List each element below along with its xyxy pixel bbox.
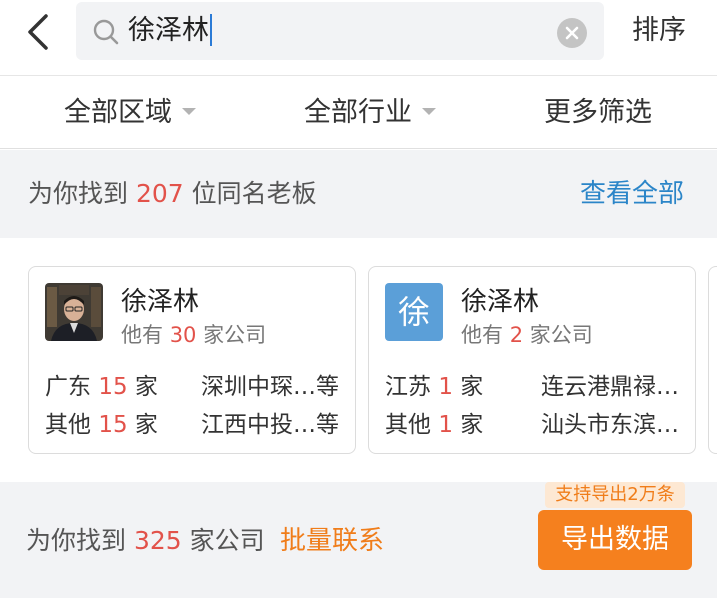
bulk-contact-link[interactable]: 批量联系 [280, 482, 384, 600]
region-row: 其他 1 家 汕头市东滨… [385, 405, 685, 438]
company-count: 30 [169, 323, 197, 347]
filter-region-label: 全部区域 [64, 97, 172, 128]
companies-summary-band: 为你找到 325 家公司 批量联系 支持导出2万条 导出数据 [0, 482, 717, 598]
search-bar[interactable]: 徐泽林 [76, 2, 604, 60]
export-data-button[interactable]: 导出数据 [538, 510, 692, 570]
sub-suffix: 家公司 [523, 323, 593, 347]
region-row: 其他 15 家 江西中投…等 [45, 405, 345, 438]
region-count: 15 [98, 374, 128, 400]
clear-search-button[interactable] [557, 18, 587, 48]
avatar [45, 283, 103, 341]
top-bar: 徐泽林 排序 [0, 0, 717, 76]
region-stat: 其他 15 家 [45, 405, 158, 439]
bosses-summary-band: 为你找到 207 位同名老板 查看全部 [0, 150, 717, 238]
companies-suffix: 家公司 [181, 526, 265, 555]
bosses-count: 207 [135, 179, 184, 208]
back-button[interactable] [22, 12, 56, 52]
region-count: 1 [438, 412, 453, 438]
companies-count: 325 [133, 526, 182, 555]
sub-prefix: 他有 [121, 323, 170, 347]
company-count-text: 他有 30 家公司 [121, 319, 266, 349]
filter-bar: 全部区域 全部行业 更多筛选 [0, 77, 717, 149]
filter-industry[interactable]: 全部行业 [304, 77, 436, 149]
search-input[interactable]: 徐泽林 [128, 2, 212, 60]
next-card-peek[interactable] [708, 266, 717, 454]
region-row: 广东 15 家 深圳中琛…等 [45, 367, 345, 400]
region-stat: 江苏 1 家 [385, 367, 483, 401]
companies-count-text: 为你找到 325 家公司 [26, 482, 265, 600]
region-name: 江苏 [385, 374, 431, 400]
region-row: 江苏 1 家 连云港鼎禄… [385, 367, 685, 400]
region-unit: 家 [460, 374, 484, 400]
region-count: 1 [438, 374, 453, 400]
region-count: 15 [98, 412, 128, 438]
region-stat: 广东 15 家 [45, 367, 158, 401]
filter-more-label: 更多筛选 [544, 97, 652, 128]
filter-industry-label: 全部行业 [304, 97, 412, 128]
company-name: 深圳中琛…等 [201, 374, 339, 400]
company-count: 2 [509, 323, 524, 347]
chevron-left-icon [28, 14, 48, 50]
avatar: 徐 [385, 283, 443, 341]
company-name: 江西中投…等 [201, 412, 339, 438]
region-unit: 家 [134, 374, 158, 400]
bosses-suffix: 位同名老板 [183, 179, 317, 208]
boss-name: 徐泽林 [461, 287, 540, 317]
bosses-prefix: 为你找到 [28, 179, 136, 208]
dropdown-arrow-icon [422, 108, 436, 115]
view-all-link[interactable]: 查看全部 [580, 150, 684, 238]
region-name: 其他 [385, 412, 431, 438]
search-input-value: 徐泽林 [128, 15, 209, 46]
sub-prefix: 他有 [461, 323, 510, 347]
search-icon [93, 19, 119, 45]
boss-cards-carousel[interactable]: 徐泽林 他有 30 家公司 广东 15 家 深圳中琛…等 其他 15 家 江西中… [0, 238, 717, 482]
region-name: 其他 [45, 412, 91, 438]
clear-icon [565, 26, 579, 40]
boss-card[interactable]: 徐泽林 他有 30 家公司 广东 15 家 深圳中琛…等 其他 15 家 江西中… [28, 266, 356, 454]
boss-name: 徐泽林 [121, 287, 200, 317]
person-photo-icon [45, 283, 103, 341]
filter-more[interactable]: 更多筛选 [544, 77, 652, 149]
company-name: 连云港鼎禄… [541, 374, 679, 400]
region-unit: 家 [460, 412, 484, 438]
sort-button[interactable]: 排序 [632, 0, 686, 62]
region-name: 广东 [45, 374, 91, 400]
dropdown-arrow-icon [182, 108, 196, 115]
company-count-text: 他有 2 家公司 [461, 319, 593, 349]
filter-region[interactable]: 全部区域 [64, 77, 196, 149]
region-unit: 家 [134, 412, 158, 438]
text-cursor [210, 13, 212, 46]
bosses-count-text: 为你找到 207 位同名老板 [28, 150, 317, 238]
boss-card[interactable]: 徐 徐泽林 他有 2 家公司 江苏 1 家 连云港鼎禄… 其他 1 家 汕头市东… [368, 266, 696, 454]
sub-suffix: 家公司 [196, 323, 267, 347]
region-stat: 其他 1 家 [385, 405, 483, 439]
export-limit-badge: 支持导出2万条 [545, 482, 685, 508]
companies-prefix: 为你找到 [26, 526, 134, 555]
bottom-edge [0, 598, 717, 609]
company-name: 汕头市东滨… [541, 412, 679, 438]
